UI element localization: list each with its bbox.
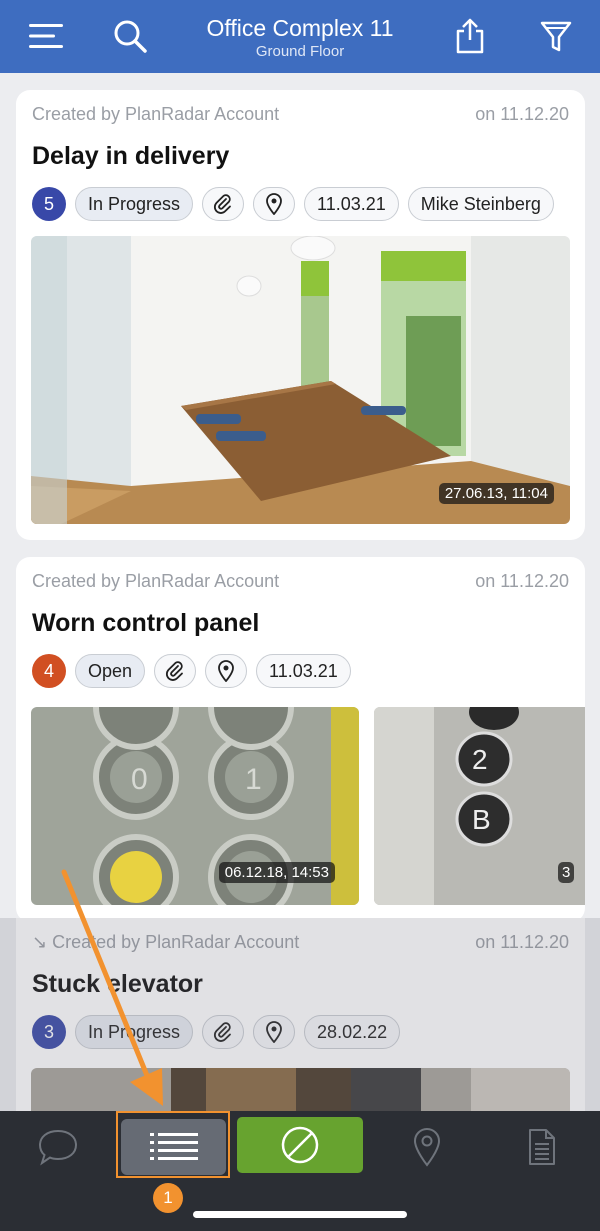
project-subtitle: Ground Floor xyxy=(255,43,345,60)
created-by: Created by PlanRadar Account xyxy=(32,571,280,591)
paperclip-icon xyxy=(166,661,183,681)
location-pin-icon xyxy=(218,660,234,682)
chat-icon xyxy=(38,1129,78,1166)
location-chip[interactable] xyxy=(253,1015,296,1049)
tab-map-location[interactable] xyxy=(400,1117,454,1177)
created-by: ↘ Created by PlanRadar Account xyxy=(32,932,300,952)
status-chip[interactable]: In Progress xyxy=(75,1015,194,1049)
tutorial-step-badge: 1 xyxy=(153,1183,183,1213)
location-pin-icon xyxy=(266,193,282,215)
created-on: on 11.12.20 xyxy=(475,571,569,591)
search-icon xyxy=(114,20,147,53)
attachment-chip[interactable] xyxy=(202,1015,245,1049)
attachment-chip[interactable] xyxy=(202,187,245,221)
created-on: on 11.12.20 xyxy=(475,932,569,952)
paperclip-icon xyxy=(214,1022,231,1042)
project-title: Office Complex 11 xyxy=(206,15,394,41)
ticket-title: Worn control panel xyxy=(32,609,260,637)
ticket-card[interactable]: Created by PlanRadar Account on 11.12.20… xyxy=(16,557,585,922)
svg-text:2: 2 xyxy=(472,744,488,775)
ticket-title: Stuck elevator xyxy=(32,970,203,998)
attachment-chip[interactable] xyxy=(154,654,197,688)
location-chip[interactable] xyxy=(205,654,248,688)
ticket-photo-meeting-room[interactable]: 27.06.13, 11:04 xyxy=(31,236,570,524)
ticket-meta: Created by PlanRadar Account on 11.12.20 xyxy=(32,104,569,128)
ticket-chips: 4 Open 11.03.21 xyxy=(32,654,351,688)
tab-comments[interactable] xyxy=(30,1117,86,1177)
location-chip[interactable] xyxy=(253,187,296,221)
document-icon xyxy=(529,1129,555,1165)
ticket-number-badge: 5 xyxy=(32,187,66,221)
tab-reports[interactable] xyxy=(515,1117,569,1177)
photo-timestamp: 27.06.13, 11:04 xyxy=(438,483,554,504)
ticket-number-badge: 3 xyxy=(32,1015,66,1049)
location-icon xyxy=(413,1127,441,1167)
due-date-chip[interactable]: 28.02.22 xyxy=(304,1015,401,1049)
photo-timestamp: 06.12.18, 14:53 xyxy=(218,862,335,883)
ticket-card[interactable]: Created by PlanRadar Account on 11.12.20… xyxy=(16,90,585,540)
tutorial-highlight-box xyxy=(116,1111,230,1178)
created-by: Created by PlanRadar Account xyxy=(32,104,280,124)
due-date-chip[interactable]: 11.03.21 xyxy=(304,187,399,221)
ticket-chips: 3 In Progress 28.02.22 xyxy=(32,1015,401,1049)
ticket-photo-elevator-buttons[interactable]: 0 1 06.12.18, 14:53 xyxy=(31,707,359,905)
ticket-meta: ↘ Created by PlanRadar Account on 11.12.… xyxy=(32,932,569,956)
share-button[interactable] xyxy=(448,14,492,58)
ticket-card[interactable]: ↘ Created by PlanRadar Account on 11.12.… xyxy=(16,918,585,1138)
elevator-panel-image: 2 B xyxy=(374,707,585,905)
created-on: on 11.12.20 xyxy=(475,104,569,124)
menu-button[interactable] xyxy=(24,14,68,58)
menu-icon xyxy=(29,24,63,48)
home-indicator xyxy=(193,1211,407,1218)
no-filter-icon xyxy=(281,1126,319,1164)
photo-timestamp: 3 xyxy=(558,862,575,883)
status-chip[interactable]: In Progress xyxy=(75,187,194,221)
svg-text:1: 1 xyxy=(245,763,262,796)
share-icon xyxy=(456,18,484,54)
tab-no-filter[interactable] xyxy=(237,1117,363,1173)
ticket-chips: 5 In Progress 11.03.21 Mike Steinberg xyxy=(32,187,554,221)
svg-text:0: 0 xyxy=(131,763,148,796)
filter-icon xyxy=(540,21,572,52)
status-chip[interactable]: Open xyxy=(75,654,146,688)
filter-button[interactable] xyxy=(534,14,578,58)
assignee-chip[interactable]: Mike Steinberg xyxy=(407,187,554,221)
ticket-number-badge: 4 xyxy=(32,654,66,688)
paperclip-icon xyxy=(214,194,231,214)
svg-text:B: B xyxy=(472,804,491,835)
app-header: Office Complex 11 Ground Floor xyxy=(0,0,600,73)
ticket-meta: Created by PlanRadar Account on 11.12.20 xyxy=(32,571,569,595)
search-button[interactable] xyxy=(108,14,152,58)
ticket-photo-elevator-panel[interactable]: 2 B 3 xyxy=(374,707,585,905)
due-date-chip[interactable]: 11.03.21 xyxy=(256,654,351,688)
meeting-room-image xyxy=(31,236,570,524)
location-pin-icon xyxy=(266,1021,282,1043)
ticket-title: Delay in delivery xyxy=(32,142,230,170)
